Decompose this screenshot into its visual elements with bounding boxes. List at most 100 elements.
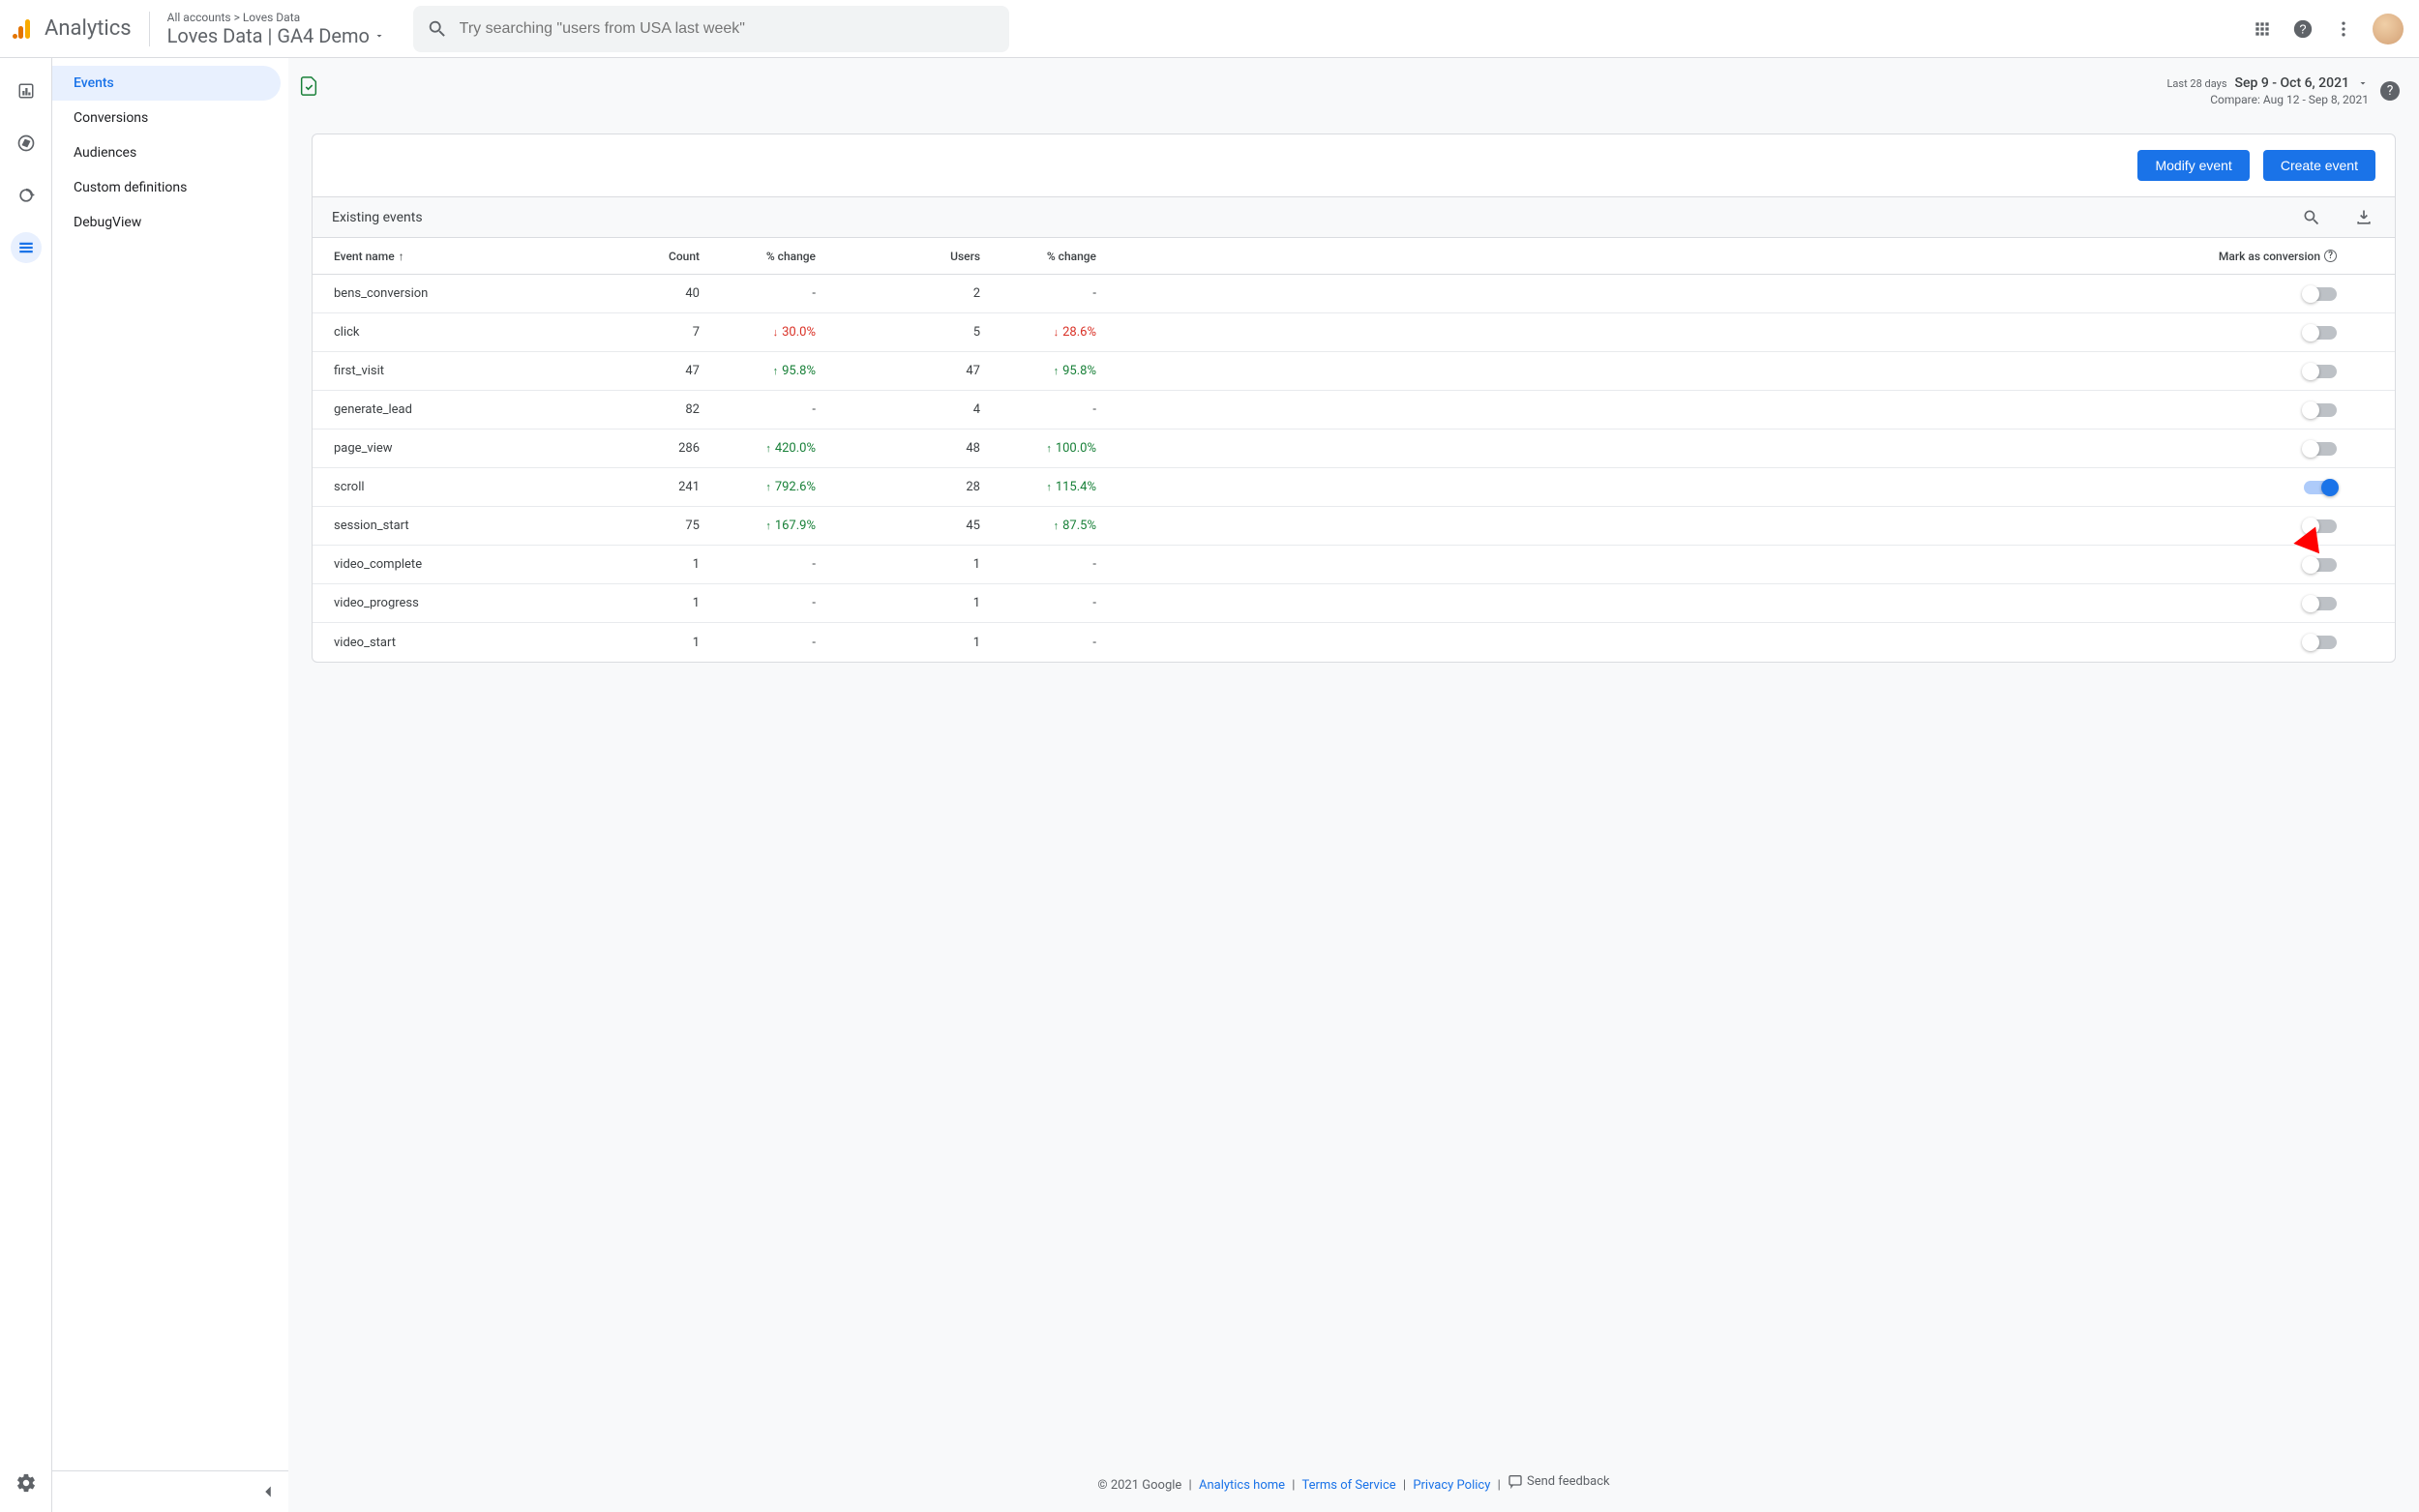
chevron-left-icon	[257, 1481, 279, 1502]
table-row: video_start1-1-	[313, 623, 2395, 662]
event-change-users: ↑ 115.4%	[980, 480, 1096, 494]
chevron-down-icon	[373, 30, 385, 42]
sidebar: EventsConversionsAudiencesCustom definit…	[52, 58, 288, 1512]
sidebar-item-audiences[interactable]: Audiences	[52, 135, 281, 170]
th-mark: Mark as conversion ?	[1096, 250, 2375, 263]
th-change2[interactable]: % change	[980, 250, 1096, 263]
search-bar[interactable]	[413, 6, 1009, 52]
event-name[interactable]: first_visit	[332, 364, 622, 378]
conversion-toggle[interactable]	[2304, 519, 2337, 533]
table-row: first_visit47↑ 95.8%47↑ 95.8%	[313, 352, 2395, 391]
sidebar-collapse[interactable]	[52, 1470, 288, 1512]
table-row: page_view286↑ 420.0%48↑ 100.0%	[313, 430, 2395, 468]
create-event-button[interactable]: Create event	[2263, 150, 2375, 181]
event-name[interactable]: video_progress	[332, 596, 622, 610]
card-actions: Modify event Create event	[313, 134, 2395, 197]
th-count[interactable]: Count	[622, 250, 700, 263]
mark-conversion-cell	[1096, 558, 2375, 572]
event-change-count: -	[700, 402, 816, 417]
sidebar-item-debugview[interactable]: DebugView	[52, 205, 281, 240]
event-name[interactable]: page_view	[332, 441, 622, 456]
conversion-toggle[interactable]	[2304, 558, 2337, 572]
logo-text: Analytics	[45, 16, 132, 41]
footer-link-home[interactable]: Analytics home	[1199, 1478, 1285, 1493]
event-change-count: ↑ 95.8%	[700, 364, 816, 378]
table-row: scroll241↑ 792.6%28↑ 115.4%	[313, 468, 2395, 507]
help-inline-icon[interactable]: ?	[2324, 250, 2337, 262]
event-name[interactable]: video_complete	[332, 557, 622, 572]
event-users: 1	[816, 557, 980, 572]
table-search-icon[interactable]	[2300, 206, 2323, 229]
event-change-users: ↓ 28.6%	[980, 325, 1096, 340]
breadcrumb: All accounts > Loves Data	[167, 11, 400, 24]
conversion-toggle[interactable]	[2304, 481, 2337, 494]
table-row: generate_lead82-4-	[313, 391, 2395, 430]
event-users: 5	[816, 325, 980, 340]
download-icon[interactable]	[2352, 206, 2375, 229]
sidebar-item-custom-definitions[interactable]: Custom definitions	[52, 170, 281, 205]
event-name[interactable]: scroll	[332, 480, 622, 494]
footer: © 2021 Google | Analytics home | Terms o…	[288, 1454, 2419, 1512]
event-name[interactable]: session_start	[332, 519, 622, 533]
event-name[interactable]: video_start	[332, 636, 622, 650]
event-name[interactable]: click	[332, 325, 622, 340]
help-icon[interactable]: ?	[2291, 17, 2314, 41]
event-change-users: -	[980, 557, 1096, 572]
th-users[interactable]: Users	[816, 250, 980, 263]
conversion-toggle[interactable]	[2304, 326, 2337, 340]
conversion-toggle[interactable]	[2304, 365, 2337, 378]
footer-link-tos[interactable]: Terms of Service	[1301, 1478, 1395, 1493]
mark-conversion-cell	[1096, 287, 2375, 301]
account-selector[interactable]: All accounts > Loves Data Loves Data | G…	[167, 11, 400, 47]
events-card: Modify event Create event Existing event…	[312, 133, 2396, 663]
event-count: 7	[622, 325, 700, 340]
date-range-selector[interactable]: Last 28 days Sep 9 - Oct 6, 2021	[2167, 75, 2370, 91]
sidebar-item-conversions[interactable]: Conversions	[52, 101, 281, 135]
footer-link-privacy[interactable]: Privacy Policy	[1413, 1478, 1490, 1493]
mark-conversion-cell	[1096, 442, 2375, 456]
event-count: 1	[622, 636, 700, 650]
conversion-toggle[interactable]	[2304, 442, 2337, 456]
event-users: 48	[816, 441, 980, 456]
event-change-users: -	[980, 286, 1096, 301]
conversion-toggle[interactable]	[2304, 636, 2337, 649]
rail-ads-icon[interactable]	[11, 180, 42, 211]
event-users: 4	[816, 402, 980, 417]
more-icon[interactable]	[2332, 17, 2355, 41]
th-name[interactable]: Event name ↑	[332, 250, 622, 263]
rail-admin-icon[interactable]	[11, 1468, 42, 1498]
event-count: 40	[622, 286, 700, 301]
modify-event-button[interactable]: Modify event	[2137, 150, 2249, 181]
date-bar: Last 28 days Sep 9 - Oct 6, 2021 Compare…	[288, 58, 2419, 116]
search-input[interactable]	[460, 20, 996, 38]
conversion-toggle[interactable]	[2304, 597, 2337, 610]
rail-configure-icon[interactable]	[11, 232, 42, 263]
sidebar-item-events[interactable]: Events	[52, 66, 281, 101]
feedback-icon	[1508, 1473, 1523, 1489]
event-change-count: -	[700, 286, 816, 301]
apps-icon[interactable]	[2251, 17, 2274, 41]
table-row: bens_conversion40-2-	[313, 275, 2395, 313]
event-name[interactable]: generate_lead	[332, 402, 622, 417]
help-icon[interactable]: ?	[2380, 81, 2400, 101]
divider	[149, 12, 150, 46]
mark-conversion-cell	[1096, 481, 2375, 494]
logo[interactable]: Analytics	[12, 16, 132, 41]
rail-reports-icon[interactable]	[11, 75, 42, 106]
event-name[interactable]: bens_conversion	[332, 286, 622, 301]
conversion-toggle[interactable]	[2304, 287, 2337, 301]
send-feedback[interactable]: Send feedback	[1508, 1473, 1610, 1489]
event-change-count: -	[700, 557, 816, 572]
property-name-text: Loves Data | GA4 Demo	[167, 24, 370, 47]
th-change1[interactable]: % change	[700, 250, 816, 263]
event-change-count: ↓ 30.0%	[700, 325, 816, 340]
date-last-label: Last 28 days	[2167, 77, 2227, 90]
mark-conversion-cell	[1096, 636, 2375, 649]
event-count: 241	[622, 480, 700, 494]
rail-explore-icon[interactable]	[11, 128, 42, 159]
avatar[interactable]	[2373, 14, 2404, 44]
event-users: 45	[816, 519, 980, 533]
event-count: 82	[622, 402, 700, 417]
conversion-toggle[interactable]	[2304, 403, 2337, 417]
table-row: video_progress1-1-	[313, 584, 2395, 623]
